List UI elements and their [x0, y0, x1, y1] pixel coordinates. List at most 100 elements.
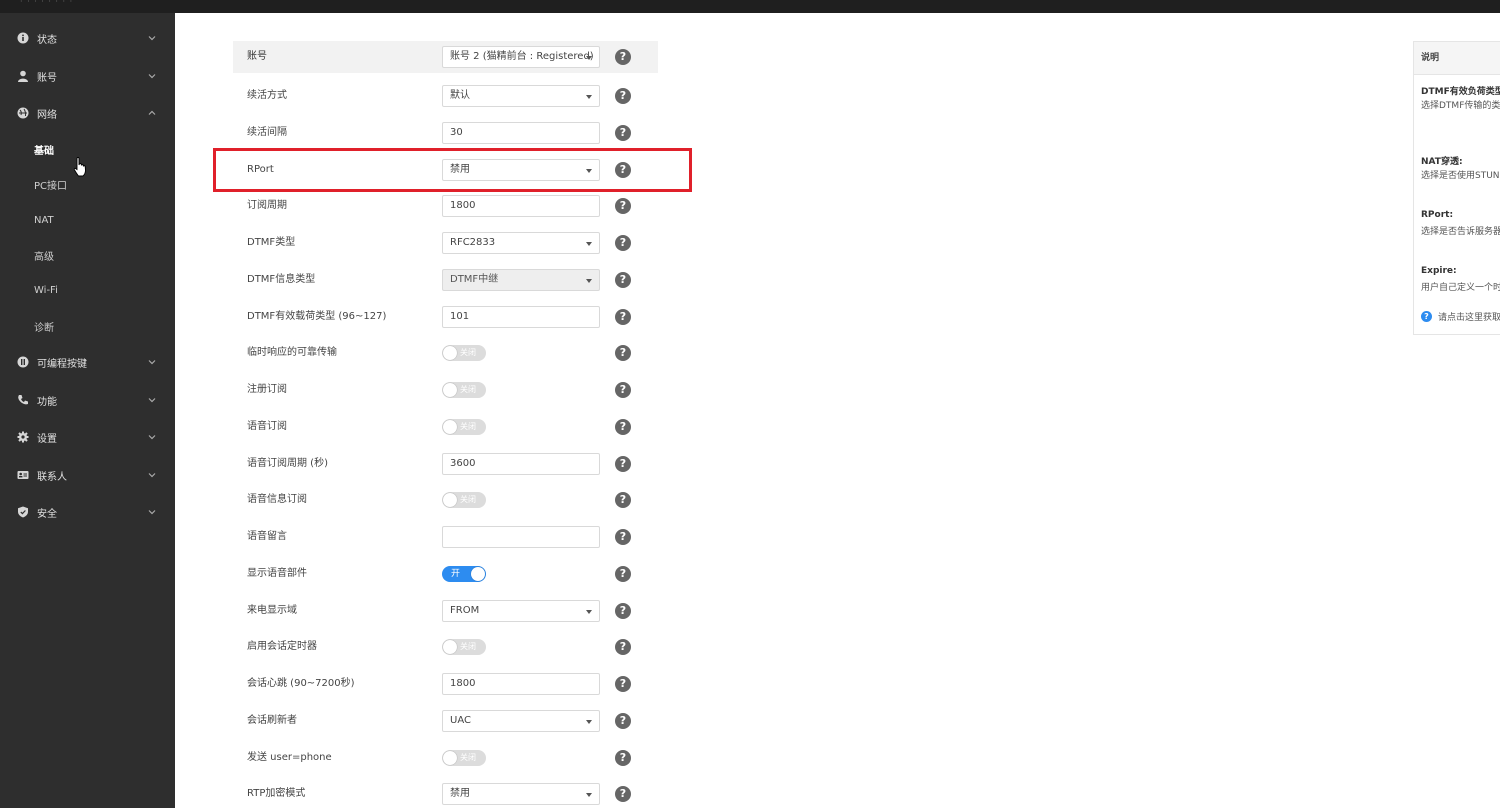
help-icon[interactable]: ?: [615, 749, 631, 766]
text-input[interactable]: 101: [442, 305, 600, 328]
toggle-switch[interactable]: 关闭: [442, 382, 486, 398]
field-label: DTMF信息类型: [247, 273, 316, 285]
account-select[interactable]: 账号 2 (猫精前台 : Registered): [442, 46, 600, 68]
toggle-switch[interactable]: 关闭: [442, 639, 486, 656]
sidebar-item-label: 安全: [37, 508, 57, 520]
field-label: 启用会话定时器: [247, 641, 317, 653]
help-icon[interactable]: ?: [615, 786, 631, 803]
sidebar-item-account[interactable]: 账号: [0, 64, 175, 88]
help-icon[interactable]: ?: [615, 382, 631, 398]
dropdown-caret-icon: [586, 278, 592, 283]
dropdown-caret-icon: [586, 609, 592, 614]
sidebar-subitem-wifi[interactable]: Wi-Fi: [0, 279, 175, 301]
sidebar-item-label: 联系人: [37, 471, 67, 483]
help-icon[interactable]: ?: [615, 88, 631, 104]
description-text: 用户自己定义一个时: [1421, 283, 1500, 293]
select-value: 禁用: [450, 788, 470, 800]
help-link-text: 请点击这里获取: [1438, 313, 1500, 323]
form-row: DTMF信息类型 DTMF中继?: [233, 262, 658, 298]
form-row: 启用会话定时器 关闭?: [233, 629, 658, 665]
select-field[interactable]: FROM: [442, 599, 600, 622]
help-icon[interactable]: ?: [615, 676, 631, 692]
help-link[interactable]: ? 请点击这里获取: [1421, 310, 1500, 323]
sidebar-item-status[interactable]: 状态: [0, 26, 175, 50]
dropdown-caret-icon: [586, 242, 592, 246]
sidebar-item-features[interactable]: 功能: [0, 388, 175, 412]
select-field[interactable]: UAC: [442, 709, 600, 732]
help-icon[interactable]: ?: [615, 455, 631, 472]
phone-icon: [17, 394, 29, 406]
select-field[interactable]: 默认: [442, 85, 600, 107]
help-icon[interactable]: ?: [615, 345, 631, 362]
select-field[interactable]: 禁用: [442, 783, 600, 806]
sidebar-subitem-nat[interactable]: NAT: [0, 209, 175, 231]
input-value: 30: [450, 126, 463, 138]
sidebar-subitem-pc-port[interactable]: PC接口: [0, 173, 175, 195]
toggle-knob: [443, 750, 457, 765]
keypad-icon: [17, 356, 29, 368]
hand-pointer-cursor-icon: [73, 157, 86, 177]
sidebar-item-label: 状态: [37, 34, 57, 46]
sidebar-subitem-basic[interactable]: 基础: [0, 138, 175, 160]
toggle-knob: [443, 419, 457, 434]
sidebar-item-label: 功能: [37, 396, 57, 408]
field-label: 账号: [247, 51, 267, 62]
toggle-state-label: 关闭: [460, 752, 476, 762]
chevron-down-icon: [148, 510, 156, 515]
input-value: 101: [450, 310, 470, 322]
help-icon[interactable]: ?: [615, 565, 631, 582]
text-input[interactable]: 3600: [442, 452, 600, 475]
field-label: 会话心跳 (90~7200秒): [247, 678, 355, 689]
toggle-track: 关闭: [442, 345, 486, 362]
help-icon[interactable]: ?: [615, 308, 631, 325]
sidebar-subitem-label: NAT: [34, 214, 54, 226]
field-label: 发送 user=phone: [247, 751, 332, 763]
help-icon[interactable]: ?: [615, 639, 631, 656]
text-input[interactable]: 1800: [442, 195, 600, 218]
toggle-switch[interactable]: 关闭: [442, 749, 486, 766]
toggle-switch[interactable]: 关闭: [442, 492, 486, 509]
sidebar-subitem-diagnostics[interactable]: 诊断: [0, 315, 175, 337]
help-icon[interactable]: ?: [615, 529, 631, 545]
sidebar-item-programmable-keys[interactable]: 可编程按键: [0, 350, 175, 374]
contact-card-icon: [17, 469, 29, 481]
user-icon: [17, 70, 29, 82]
toggle-state-label: 关闭: [460, 642, 476, 652]
sidebar-item-security[interactable]: 安全: [0, 500, 175, 524]
help-icon[interactable]: ?: [615, 492, 631, 509]
sidebar-subitem-advanced[interactable]: 高级: [0, 244, 175, 266]
field-label: 来电显示域: [247, 604, 297, 616]
dropdown-caret-icon: [586, 719, 592, 724]
help-icon[interactable]: ?: [615, 235, 631, 251]
description-title: DTMF有效负荷类型: [1421, 87, 1500, 97]
toggle-switch[interactable]: 关闭: [442, 418, 486, 435]
toggle-switch[interactable]: 开: [442, 565, 486, 582]
text-input[interactable]: 1800: [442, 673, 600, 695]
input-value: 1800: [450, 678, 476, 689]
input-value: 1800: [450, 200, 476, 212]
help-icon[interactable]: ?: [615, 124, 631, 141]
toggle-knob: [471, 566, 485, 581]
chevron-down-icon: [148, 473, 156, 478]
help-icon[interactable]: ?: [615, 602, 631, 619]
window-title: · · · · · · · ·: [20, 0, 74, 6]
help-icon[interactable]: ?: [615, 198, 631, 215]
field-label: 续活间隔: [247, 126, 287, 138]
help-icon[interactable]: ?: [615, 418, 631, 435]
sidebar-item-network[interactable]: 网络: [0, 101, 175, 125]
form-row: 会话心跳 (90~7200秒) 1800?: [233, 666, 658, 702]
select-field[interactable]: RFC2833: [442, 232, 600, 254]
sidebar-item-contacts[interactable]: 联系人: [0, 463, 175, 487]
description-title: NAT穿透:: [1421, 157, 1463, 167]
toggle-track: 关闭: [442, 492, 486, 509]
toggle-switch[interactable]: 关闭: [442, 345, 486, 362]
help-icon[interactable]: ?: [615, 49, 631, 65]
text-input[interactable]: 30: [442, 121, 600, 144]
dropdown-caret-icon: [586, 95, 592, 99]
help-icon[interactable]: ?: [615, 712, 631, 729]
sidebar-item-settings[interactable]: 设置: [0, 425, 175, 449]
text-input[interactable]: [442, 526, 600, 548]
help-icon[interactable]: ?: [615, 271, 631, 288]
select-field[interactable]: DTMF中继: [442, 268, 600, 291]
input-value: 3600: [450, 457, 476, 469]
